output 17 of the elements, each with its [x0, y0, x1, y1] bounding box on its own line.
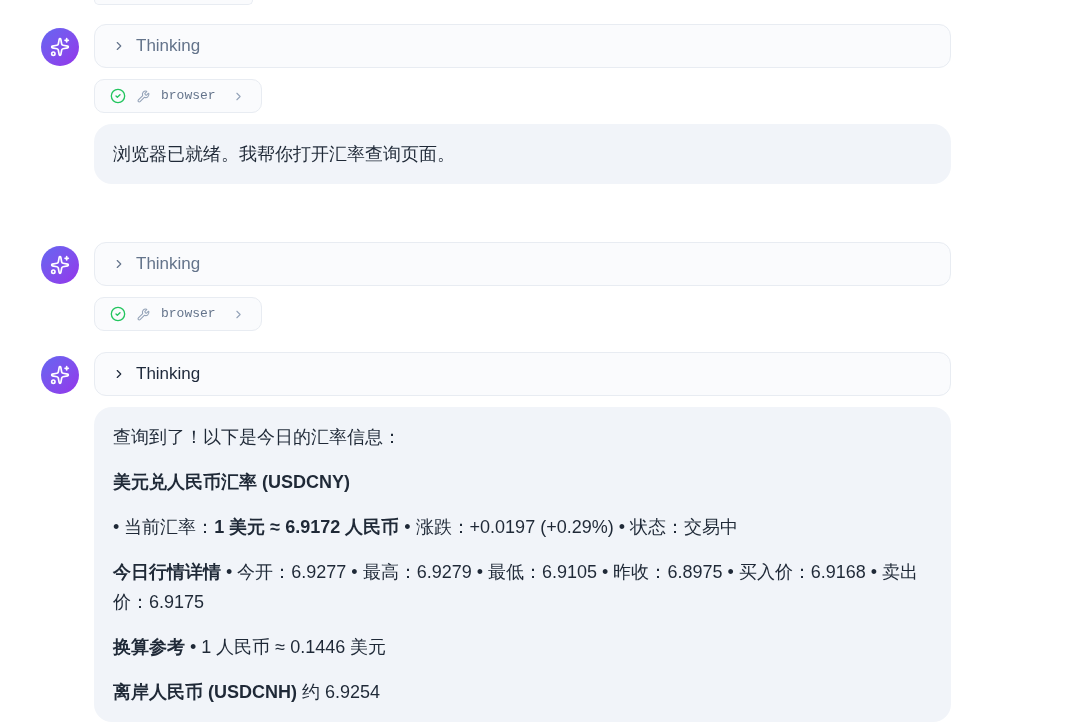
sparkles-avatar-icon: [41, 356, 79, 394]
message-text: 浏览器已就绪。我帮你打开汇率查询页面。: [113, 143, 456, 166]
tool-call-chip[interactable]: browser: [94, 79, 262, 113]
wrench-icon: [137, 307, 150, 321]
message-text: • 当前汇率：1 美元 ≈ 6.9172 人民币 • 涨跌：+0.0197 (+0.29%) • 状态：交易中: [113, 516, 739, 539]
message-text: 今日行情详情 • 今开：6.9277 • 最高：6.9279 • 最低：6.9105 • 昨收：6.8975 • 买入价：6.9168 • 卖出价：6.9175: [113, 561, 920, 614]
sparkles-avatar-icon: [41, 246, 79, 284]
wrench-icon: [137, 89, 150, 103]
message-text: 查询到了！以下是今日的汇率信息：: [113, 426, 402, 449]
thinking-toggle[interactable]: Thinking: [94, 242, 951, 286]
thinking-toggle[interactable]: Thinking: [94, 352, 951, 396]
message-heading: 美元兑人民币汇率 (USDCNY): [113, 471, 351, 494]
thinking-toggle[interactable]: Thinking: [94, 24, 951, 68]
message-text: 离岸人民币 (USDCNH) 约 6.9254: [113, 681, 382, 704]
message-text: 换算参考 • 1 人民币 ≈ 0.1446 美元: [113, 636, 388, 659]
tool-call-chip[interactable]: browser: [94, 297, 262, 331]
sparkles-avatar-icon: [41, 28, 79, 66]
